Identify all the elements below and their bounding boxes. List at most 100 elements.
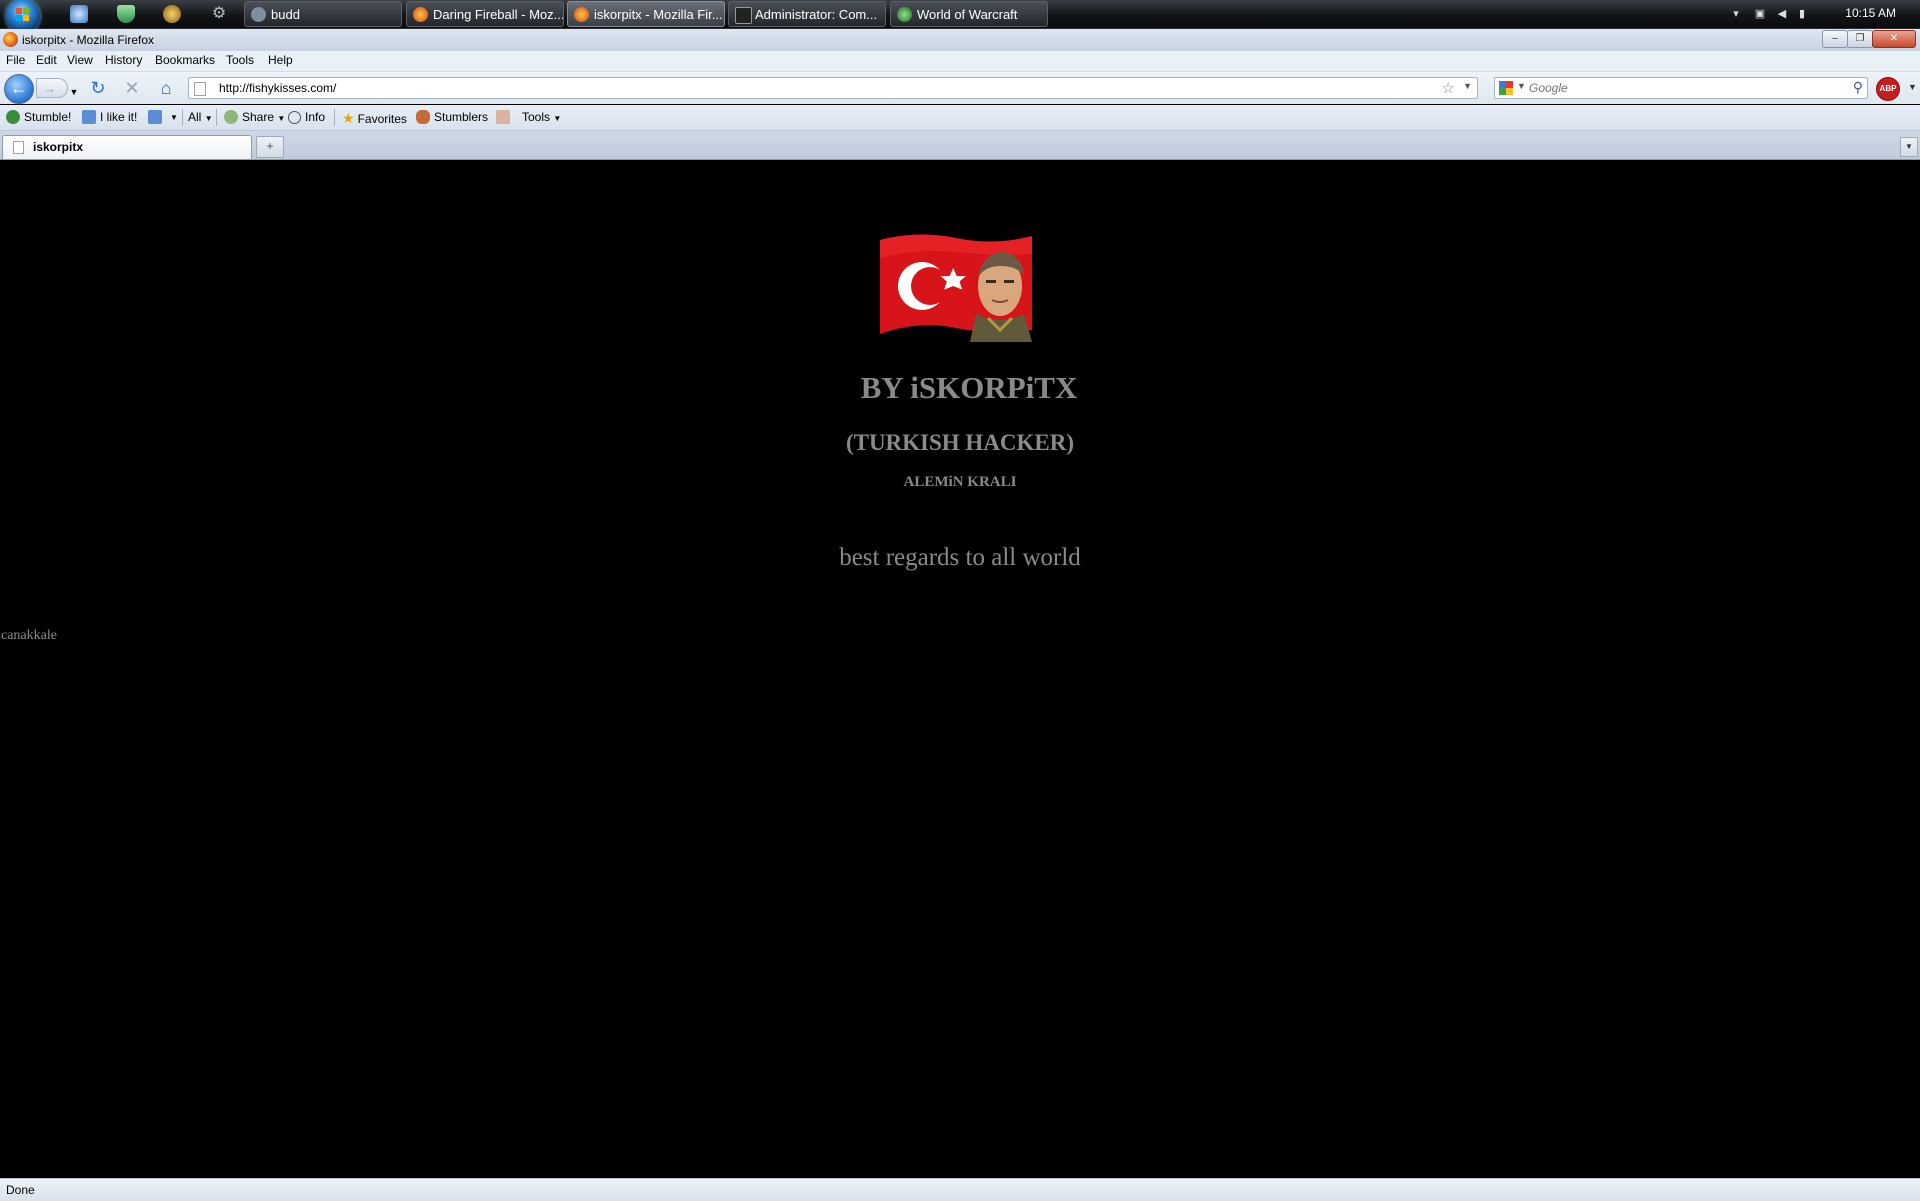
- page-heading: BY iSKORPiTX: [860, 370, 1078, 405]
- favorites-button[interactable]: ★ Favorites: [342, 110, 407, 127]
- separator: [216, 109, 217, 126]
- firefox-icon: [574, 7, 589, 22]
- system-tray: ▾ ▣ ◀ ▮ 10:15 AM: [1730, 0, 1920, 28]
- stumbleupon-toolbar: Stumble! I like it! ▼ All ▼ Share ▼ Info…: [0, 105, 1920, 131]
- task-label: World of Warcraft: [917, 7, 1018, 22]
- tools-icon: [496, 110, 510, 124]
- quicklaunch-warcraft-icon[interactable]: [163, 5, 181, 23]
- search-icon[interactable]: ⚲: [1853, 79, 1863, 96]
- info-button[interactable]: Info: [288, 110, 325, 124]
- window-titlebar: iskorpitx - Mozilla Firefox – ❐ ✕: [0, 29, 1920, 51]
- google-icon[interactable]: [1499, 81, 1513, 95]
- back-button[interactable]: ←: [4, 74, 34, 104]
- network-signal-icon[interactable]: ▮: [1796, 8, 1808, 20]
- close-icon[interactable]: ✕: [1872, 30, 1916, 48]
- new-tab-button[interactable]: +: [256, 136, 284, 158]
- menubar: File Edit View History Bookmarks Tools H…: [0, 51, 1920, 72]
- home-icon[interactable]: ⌂: [156, 79, 176, 99]
- taskbar: ⚙ budd Daring Fireball - Moz... iskorpit…: [0, 0, 1920, 33]
- reload-icon[interactable]: ↻: [88, 79, 108, 99]
- share-icon: [224, 110, 238, 124]
- page-content: BY iSKORPiTX (TURKISH HACKER) ALEMiN KRA…: [0, 160, 1920, 1178]
- firefox-icon: [413, 7, 428, 22]
- tab-label: iskorpitx: [33, 140, 84, 154]
- show-hidden-icons-icon[interactable]: ▾: [1730, 8, 1742, 20]
- windows-logo-icon: [16, 8, 30, 22]
- tab-list-dropdown-icon[interactable]: ▼: [1900, 137, 1918, 157]
- stop-icon[interactable]: ✕: [122, 79, 142, 99]
- terminal-icon: [735, 7, 752, 24]
- turkish-flag-portrait-image: [880, 234, 1032, 342]
- bookmark-star-icon[interactable]: ☆: [1442, 79, 1455, 97]
- speech-bubble-icon: [288, 111, 301, 124]
- minimize-icon[interactable]: –: [1822, 30, 1848, 48]
- task-daring-fireball[interactable]: Daring Fireball - Moz...: [406, 1, 564, 27]
- firefox-icon: [3, 32, 18, 47]
- quicklaunch-tool-icon[interactable]: ⚙: [210, 5, 228, 23]
- stumbleupon-icon: [6, 110, 20, 124]
- task-label: Administrator: Com...: [755, 7, 878, 22]
- thumbs-up-icon: [82, 110, 96, 124]
- quicklaunch-shield-icon[interactable]: [117, 5, 135, 23]
- warcraft-icon: [897, 7, 912, 22]
- thumbs-dropdown-icon[interactable]: ▼: [170, 113, 178, 122]
- stumble-button[interactable]: Stumble!: [6, 110, 71, 124]
- address-bar[interactable]: http://fishykisses.com/ ☆ ▼: [188, 77, 1478, 99]
- stumblers-button[interactable]: Stumblers: [416, 110, 488, 124]
- task-label: iskorpitx - Mozilla Fir...: [594, 7, 723, 22]
- quicklaunch-network-icon[interactable]: [70, 5, 88, 23]
- restore-icon[interactable]: ❐: [1847, 30, 1873, 48]
- menu-edit[interactable]: Edit: [36, 53, 57, 67]
- people-icon: [416, 110, 430, 124]
- navigation-toolbar: ← → ▼ ↻ ✕ ⌂ http://fishykisses.com/ ☆ ▼ …: [0, 72, 1920, 104]
- volume-icon[interactable]: ◀: [1776, 8, 1788, 20]
- share-label: Share: [242, 110, 275, 124]
- tab-bar: iskorpitx + ▼: [0, 131, 1920, 160]
- clock[interactable]: 10:15 AM: [1845, 6, 1896, 20]
- menu-bookmarks[interactable]: Bookmarks: [155, 53, 215, 67]
- stumble-label: Stumble!: [24, 110, 72, 124]
- history-dropdown-icon[interactable]: ▼: [64, 83, 84, 103]
- task-command-prompt[interactable]: Administrator: Com...: [728, 1, 886, 27]
- info-label: Info: [305, 110, 326, 124]
- search-bar[interactable]: ▼ ⚲: [1494, 77, 1868, 99]
- su-tools-menu[interactable]: Tools ▼: [522, 110, 561, 124]
- menu-tools[interactable]: Tools: [226, 53, 254, 67]
- search-input[interactable]: [1529, 79, 1829, 97]
- url-dropdown-icon[interactable]: ▼: [1463, 81, 1472, 91]
- thumbs-down-button[interactable]: [148, 110, 166, 124]
- tab-iskorpitx[interactable]: iskorpitx: [2, 135, 252, 159]
- share-button[interactable]: Share ▼: [224, 110, 285, 124]
- chevron-down-icon: ▼: [553, 114, 562, 123]
- i-like-it-button[interactable]: I like it!: [82, 110, 137, 124]
- menu-view[interactable]: View: [67, 53, 93, 67]
- stumblers-label: Stumblers: [434, 110, 489, 124]
- all-dropdown[interactable]: All ▼: [188, 110, 213, 124]
- adblock-plus-icon[interactable]: ABP: [1876, 77, 1900, 101]
- su-tools-icon-button[interactable]: [496, 110, 514, 124]
- chevron-down-icon: ▼: [204, 114, 213, 123]
- page-icon: [194, 82, 206, 96]
- search-engine-dropdown-icon[interactable]: ▼: [1517, 81, 1526, 91]
- status-text: Done: [6, 1183, 35, 1197]
- thumbs-down-icon: [148, 110, 162, 124]
- page-subheading: (TURKISH HACKER): [845, 430, 1075, 455]
- task-budd[interactable]: budd: [244, 1, 402, 27]
- url-text[interactable]: http://fishykisses.com/: [219, 81, 336, 95]
- task-world-of-warcraft[interactable]: World of Warcraft: [890, 1, 1048, 27]
- usb-icon[interactable]: ▣: [1754, 8, 1766, 20]
- task-label: budd: [271, 7, 300, 22]
- favorites-label: Favorites: [357, 112, 407, 126]
- menu-help[interactable]: Help: [268, 53, 293, 67]
- star-icon: ★: [342, 110, 355, 126]
- separator: [334, 109, 335, 126]
- menu-file[interactable]: File: [6, 53, 25, 67]
- separator: [182, 109, 183, 126]
- adblock-dropdown-icon[interactable]: ▼: [1908, 82, 1917, 92]
- task-iskorpitx[interactable]: iskorpitx - Mozilla Fir...: [567, 1, 725, 27]
- tools-label: Tools: [522, 110, 551, 124]
- chat-icon: [251, 7, 266, 22]
- window-title: iskorpitx - Mozilla Firefox: [22, 33, 155, 47]
- chevron-down-icon: ▼: [277, 114, 286, 123]
- menu-history[interactable]: History: [105, 53, 142, 67]
